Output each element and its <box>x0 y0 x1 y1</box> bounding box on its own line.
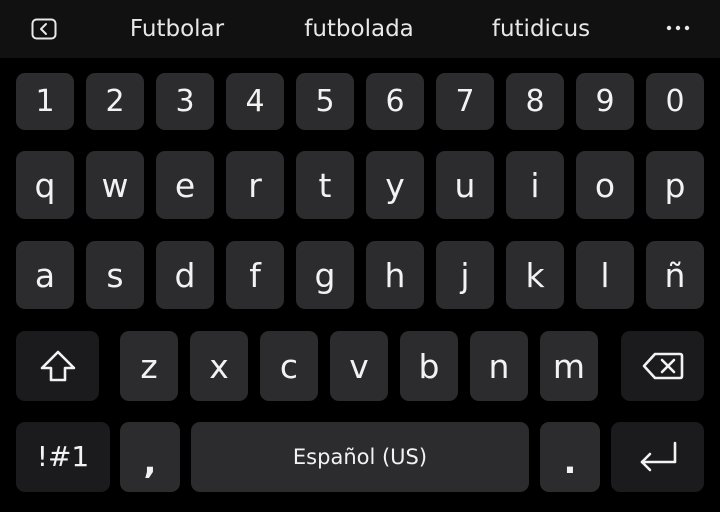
key-label: l <box>600 255 610 295</box>
suggestion-1[interactable]: Futbolar <box>104 0 250 58</box>
key-letter[interactable]: b <box>400 331 458 401</box>
key-letter[interactable]: k <box>506 241 564 309</box>
key-label: 3 <box>175 83 195 119</box>
back-arrow-icon <box>31 18 57 40</box>
key-letter[interactable]: a <box>16 241 74 309</box>
key-digit[interactable]: 6 <box>366 73 424 130</box>
key-label: m <box>552 346 586 386</box>
key-digit[interactable]: 8 <box>506 73 564 130</box>
key-label: e <box>174 165 196 205</box>
key-label: x <box>209 346 229 386</box>
key-label: 6 <box>385 83 405 119</box>
key-digit[interactable]: 7 <box>436 73 494 130</box>
key-letter[interactable]: x <box>190 331 248 401</box>
key-letter[interactable]: o <box>576 151 634 219</box>
key-letter[interactable]: u <box>436 151 494 219</box>
key-label: t <box>318 165 332 205</box>
key-label: q <box>34 165 56 205</box>
key-label: y <box>385 165 405 205</box>
key-letter[interactable]: i <box>506 151 564 219</box>
key-label: 2 <box>105 83 125 119</box>
key-digit[interactable]: 0 <box>646 73 704 130</box>
key-letter[interactable]: m <box>540 331 598 401</box>
suggestion-2[interactable]: futbolada <box>286 0 432 58</box>
key-letter[interactable]: f <box>226 241 284 309</box>
suggestion-bar: Futbolar futbolada futidicus <box>0 0 720 58</box>
key-label: r <box>248 165 262 205</box>
key-label: j <box>460 255 470 295</box>
backspace-key[interactable] <box>621 331 704 401</box>
key-label: . <box>563 442 577 482</box>
key-label: c <box>279 346 299 386</box>
key-label: o <box>594 165 616 205</box>
enter-key[interactable] <box>611 422 704 492</box>
key-label: k <box>525 255 545 295</box>
key-label: v <box>349 346 369 386</box>
enter-icon <box>640 441 676 472</box>
key-label: h <box>384 255 406 295</box>
period-key[interactable]: . <box>540 422 600 492</box>
backspace-icon <box>642 352 683 380</box>
key-label: 5 <box>315 83 335 119</box>
key-label: 7 <box>455 83 475 119</box>
suggestion-3[interactable]: futidicus <box>468 0 614 58</box>
key-label: 9 <box>595 83 615 119</box>
key-label: p <box>664 165 686 205</box>
key-letter[interactable]: z <box>120 331 178 401</box>
key-digit[interactable]: 1 <box>16 73 74 130</box>
key-label: f <box>249 255 261 295</box>
key-letter[interactable]: p <box>646 151 704 219</box>
symbols-key[interactable]: !#1 <box>16 422 110 492</box>
key-letter[interactable]: w <box>86 151 144 219</box>
key-letter[interactable]: r <box>226 151 284 219</box>
key-digit[interactable]: 9 <box>576 73 634 130</box>
key-letter[interactable]: g <box>296 241 354 309</box>
space-label: Español (US) <box>292 444 428 469</box>
key-label: !#1 <box>36 440 90 473</box>
keyboard: Futbolar futbolada futidicus 1 2 3 4 5 6… <box>0 0 720 512</box>
suggestion-back-button[interactable] <box>28 14 60 44</box>
key-letter[interactable]: y <box>366 151 424 219</box>
key-label: g <box>314 255 336 295</box>
shift-icon <box>40 350 75 382</box>
key-label: 0 <box>665 83 685 119</box>
key-letter[interactable]: j <box>436 241 494 309</box>
key-letter[interactable]: d <box>156 241 214 309</box>
key-label: b <box>418 346 440 386</box>
key-label: a <box>34 255 56 295</box>
key-digit[interactable]: 4 <box>226 73 284 130</box>
suggestion-more-button[interactable] <box>658 12 698 44</box>
key-digit[interactable]: 2 <box>86 73 144 130</box>
key-letter[interactable]: h <box>366 241 424 309</box>
key-letter[interactable]: e <box>156 151 214 219</box>
key-label: s <box>106 255 124 295</box>
key-label: n <box>488 346 510 386</box>
key-letter[interactable]: s <box>86 241 144 309</box>
comma-key[interactable]: , <box>120 422 180 492</box>
more-horizontal-icon <box>666 25 690 31</box>
key-digit[interactable]: 3 <box>156 73 214 130</box>
key-digit[interactable]: 5 <box>296 73 354 130</box>
key-label: z <box>140 346 158 386</box>
key-label: , <box>143 442 157 482</box>
key-label: w <box>101 165 129 205</box>
key-label: 1 <box>35 83 55 119</box>
key-letter[interactable]: l <box>576 241 634 309</box>
key-label: d <box>174 255 196 295</box>
key-letter[interactable]: v <box>330 331 388 401</box>
key-letter[interactable]: q <box>16 151 74 219</box>
key-label: 8 <box>525 83 545 119</box>
shift-key[interactable] <box>16 331 99 401</box>
key-label: ñ <box>664 255 686 295</box>
key-letter[interactable]: c <box>260 331 318 401</box>
key-letter[interactable]: t <box>296 151 354 219</box>
key-label: i <box>530 165 540 205</box>
key-letter[interactable]: n <box>470 331 528 401</box>
key-letter[interactable]: ñ <box>646 241 704 309</box>
key-label: u <box>454 165 476 205</box>
space-key[interactable]: Español (US) <box>191 422 529 492</box>
key-label: 4 <box>245 83 265 119</box>
